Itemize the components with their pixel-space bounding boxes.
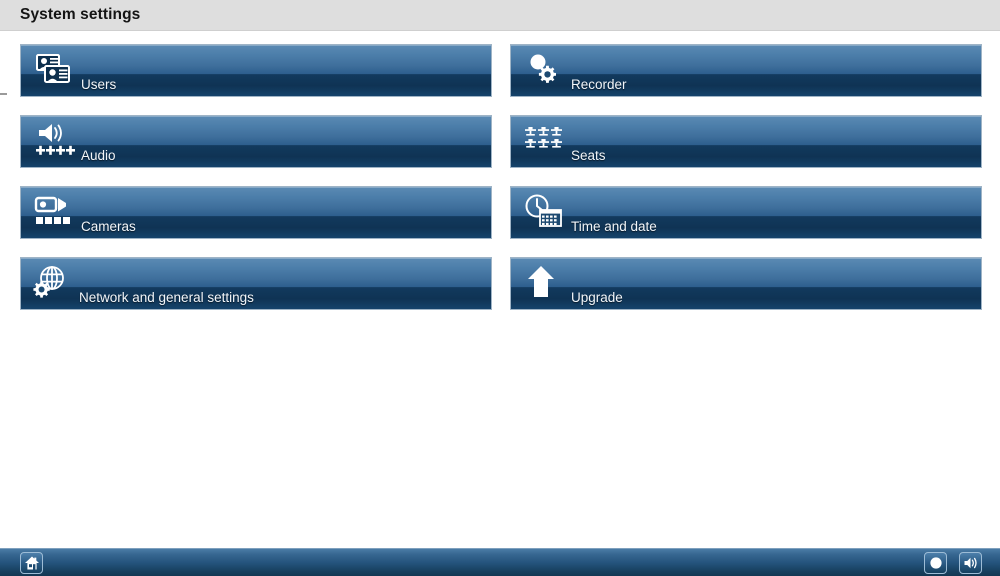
up-arrow-icon — [523, 263, 569, 303]
taskbar-volume-button[interactable] — [959, 552, 982, 574]
tile-seats[interactable]: Seats — [510, 115, 982, 168]
tile-time-and-date[interactable]: Time and date — [510, 186, 982, 239]
tile-network-and-general-settings[interactable]: Network and general settings — [20, 257, 492, 310]
tile-recorder[interactable]: Recorder — [510, 44, 982, 97]
speaker-icon — [960, 555, 981, 571]
seats-grid-icon — [523, 121, 569, 161]
taskbar-home-button[interactable] — [20, 552, 43, 574]
home-icon — [21, 555, 42, 571]
globe-gear-icon — [33, 263, 79, 303]
tile-label: Audio — [81, 148, 116, 163]
video-camera-icon — [33, 192, 79, 232]
tile-label: Network and general settings — [79, 290, 254, 305]
record-gear-icon — [523, 50, 569, 90]
taskbar — [0, 548, 1000, 576]
tile-label: Time and date — [571, 219, 657, 234]
page-title: System settings — [20, 6, 141, 23]
tile-label: Upgrade — [571, 290, 623, 305]
tile-upgrade[interactable]: Upgrade — [510, 257, 982, 310]
tile-label: Seats — [571, 148, 606, 163]
record-icon — [925, 555, 946, 571]
tile-label: Cameras — [81, 219, 136, 234]
tile-label: Users — [81, 77, 117, 92]
tile-cameras[interactable]: Cameras — [20, 186, 492, 239]
tile-users[interactable]: Users — [20, 44, 492, 97]
speaker-mixer-icon — [33, 121, 79, 161]
tile-audio[interactable]: Audio — [20, 115, 492, 168]
page-header: System settings — [0, 0, 1000, 31]
clock-calendar-icon — [523, 192, 569, 232]
settings-tile-grid: Users Recorder Audio Seats Cameras Time … — [0, 32, 1000, 322]
taskbar-record-button[interactable] — [924, 552, 947, 574]
tile-label: Recorder — [571, 77, 627, 92]
id-cards-icon — [33, 50, 79, 90]
